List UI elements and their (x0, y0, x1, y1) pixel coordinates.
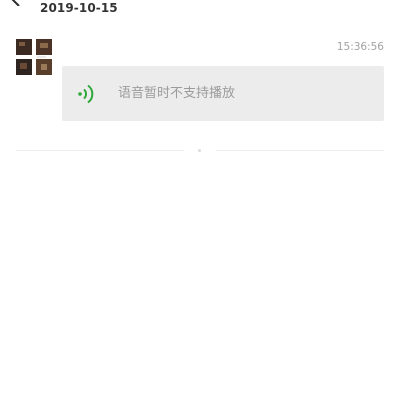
back-button[interactable] (8, 0, 24, 6)
divider-line (16, 150, 184, 151)
header: 2019-10-15 (0, 0, 400, 22)
avatar[interactable] (16, 39, 52, 75)
voice-message-bubble[interactable]: 语音暂时不支持播放 (62, 66, 384, 121)
divider-line (216, 150, 384, 151)
message-divider (16, 149, 384, 152)
voice-wave-icon (77, 82, 97, 106)
chat-history-detail-page: 2019-10-15 15:36:56 语音暂时不支持播放 (0, 0, 400, 400)
date-label: 2019-10-15 (40, 1, 118, 15)
divider-dot (198, 149, 201, 152)
voice-unsupported-text: 语音暂时不支持播放 (118, 86, 236, 101)
chevron-left-icon (8, 0, 24, 6)
message-timestamp: 15:36:56 (336, 41, 384, 53)
